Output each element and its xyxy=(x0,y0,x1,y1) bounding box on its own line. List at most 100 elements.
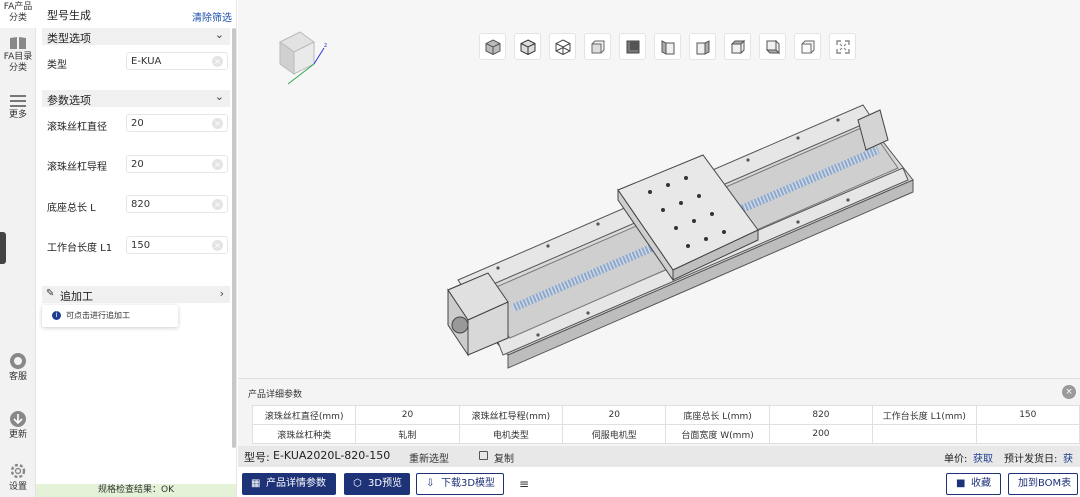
panel-scrollbar[interactable] xyxy=(232,28,236,448)
tooltip-text: 可点击进行追加工 xyxy=(66,311,130,320)
cube-wireframe-icon xyxy=(555,39,571,55)
param-value: 20 xyxy=(131,159,144,170)
close-icon[interactable]: × xyxy=(1062,385,1076,399)
table-cell: 滚珠丝杠种类 xyxy=(251,424,357,444)
rail-label: 分类 xyxy=(8,13,27,23)
param-input-table-length[interactable]: 150 × xyxy=(126,236,228,254)
reselect-link[interactable]: 重新选型 xyxy=(409,450,449,465)
ship-date-label: 预计发货日: xyxy=(1004,454,1058,465)
view-shaded-button[interactable] xyxy=(479,33,506,60)
expand-icon xyxy=(836,40,850,54)
rail-update[interactable]: 更新 xyxy=(0,410,36,441)
additional-processing-section[interactable]: ✎ 追加工 › xyxy=(42,286,230,303)
info-icon: i xyxy=(52,311,61,320)
model-label: 型号: xyxy=(244,451,270,464)
table-cell xyxy=(975,424,1080,444)
type-select[interactable]: E-KUA × xyxy=(126,52,228,70)
table-cell: 200 xyxy=(768,424,874,444)
cube-shaded-icon xyxy=(485,39,501,55)
rail-collapse-handle[interactable] xyxy=(0,232,6,264)
param-value: 820 xyxy=(131,199,151,210)
product-details-button[interactable]: ▦ 产品详情参数 xyxy=(242,473,336,495)
section-title: 参数选项 xyxy=(47,94,91,107)
rail-customer-service[interactable]: 客服 xyxy=(0,352,36,383)
clear-icon[interactable]: × xyxy=(212,56,223,67)
rail-settings[interactable]: 设置 xyxy=(0,462,36,493)
3d-preview-button[interactable]: ⬡ 3D预览 xyxy=(344,473,410,495)
clear-icon[interactable]: × xyxy=(212,199,223,210)
rail-label: FA目录 xyxy=(3,52,33,62)
table-cell: 150 xyxy=(975,405,1080,425)
table-cell xyxy=(872,424,977,444)
linear-actuator-model[interactable] xyxy=(418,80,918,380)
view-top-button[interactable] xyxy=(724,33,751,60)
left-rail: FA产品 分类 FA目录 分类 更多 客服 更新 设置 xyxy=(0,0,36,497)
param-label-screw-diameter: 滚珠丝杠直径 xyxy=(47,122,107,133)
view-cube[interactable]: z xyxy=(274,26,334,88)
rail-more[interactable]: 更多 xyxy=(0,94,36,121)
table-row: 滚珠丝杠种类 轧制 电机类型 伺服电机型 台面宽度 W(mm) 200 xyxy=(251,424,1080,444)
clear-filter-link[interactable]: 清除筛选 xyxy=(192,9,232,24)
gear-icon xyxy=(10,463,26,479)
model-number: E-KUA2020L-820-150 xyxy=(273,449,391,462)
param-input-screw-lead[interactable]: 20 × xyxy=(126,155,228,173)
param-value: 20 xyxy=(131,118,144,129)
table-cell: 滚珠丝杠直径(mm) xyxy=(251,405,357,425)
view-front-button[interactable] xyxy=(584,33,611,60)
menu-icon xyxy=(10,95,26,107)
button-label: 收藏 xyxy=(971,478,991,489)
filter-sliders-icon[interactable]: ≡ xyxy=(519,477,529,491)
folder-plus-icon: ■ xyxy=(956,478,966,489)
copy-icon xyxy=(479,451,488,460)
product-details-panel: 产品详细参数 × 滚珠丝杠直径(mm) 20 滚珠丝杠导程(mm) 20 底座总… xyxy=(238,378,1080,446)
favorite-button[interactable]: ■ 收藏 xyxy=(946,473,1001,495)
model-generation-panel: 型号生成 清除筛选 类型选项 ⌄ 类型 E-KUA × 参数选项 ⌄ 滚珠丝杠直… xyxy=(36,0,237,497)
view-back-button[interactable] xyxy=(619,33,646,60)
cube-iso-icon xyxy=(801,40,815,54)
get-price-link[interactable]: 获取 xyxy=(973,450,993,465)
cube-edges-icon xyxy=(520,39,536,55)
table-cell: 底座总长 L(mm) xyxy=(665,405,770,425)
rail-label: FA产品 xyxy=(3,2,33,12)
copy-link[interactable]: 复制 xyxy=(494,450,514,465)
axis-z-label: z xyxy=(324,42,327,49)
param-input-base-length[interactable]: 820 × xyxy=(126,195,228,213)
clear-icon[interactable]: × xyxy=(212,118,223,129)
model-number-bar: 型号: E-KUA2020L-820-150 重新选型 复制 单价: 获取 预计… xyxy=(238,446,1080,480)
button-label: 下载3D模型 xyxy=(441,478,496,489)
download-3d-model-button[interactable]: ⇩ 下载3D模型 xyxy=(416,473,504,495)
cube-left-icon xyxy=(661,40,675,55)
param-options-section[interactable]: 参数选项 ⌄ xyxy=(42,90,230,107)
rail-label: 分类 xyxy=(8,63,27,73)
table-cell: 轧制 xyxy=(355,424,460,444)
cube-icon: ⬡ xyxy=(353,478,362,489)
fit-view-button[interactable] xyxy=(829,33,856,60)
type-value: E-KUA xyxy=(131,56,162,67)
clear-icon[interactable]: × xyxy=(212,159,223,170)
rail-fa-product-category[interactable]: FA产品 分类 xyxy=(0,0,36,28)
details-title: 产品详细参数 xyxy=(248,390,303,400)
cube-right-icon xyxy=(696,40,710,55)
table-cell: 电机类型 xyxy=(458,424,564,444)
view-bottom-button[interactable] xyxy=(759,33,786,60)
cube-back-icon xyxy=(626,40,640,54)
clear-icon[interactable]: × xyxy=(212,240,223,251)
rail-fa-catalog-category[interactable]: FA目录 分类 xyxy=(0,36,36,74)
type-label: 类型 xyxy=(47,60,67,71)
chevron-right-icon: › xyxy=(219,287,224,300)
type-options-section[interactable]: 类型选项 ⌄ xyxy=(42,28,230,45)
rail-label: 更新 xyxy=(8,430,27,440)
add-to-bom-button[interactable]: 加到BOM表 xyxy=(1008,473,1078,495)
param-input-screw-diameter[interactable]: 20 × xyxy=(126,114,228,132)
view-right-button[interactable] xyxy=(689,33,716,60)
view-iso-button[interactable] xyxy=(794,33,821,60)
panel-header: 型号生成 清除筛选 xyxy=(36,4,236,24)
rail-label: 客服 xyxy=(8,372,27,382)
view-left-button[interactable] xyxy=(654,33,681,60)
3d-viewer[interactable]: z xyxy=(238,0,1080,378)
chevron-down-icon: ⌄ xyxy=(214,90,224,103)
view-wireframe-button[interactable] xyxy=(549,33,576,60)
section-title: 追加工 xyxy=(60,290,93,303)
param-label-base-length: 底座总长 L xyxy=(47,203,96,214)
view-shaded-edges-button[interactable] xyxy=(514,33,541,60)
